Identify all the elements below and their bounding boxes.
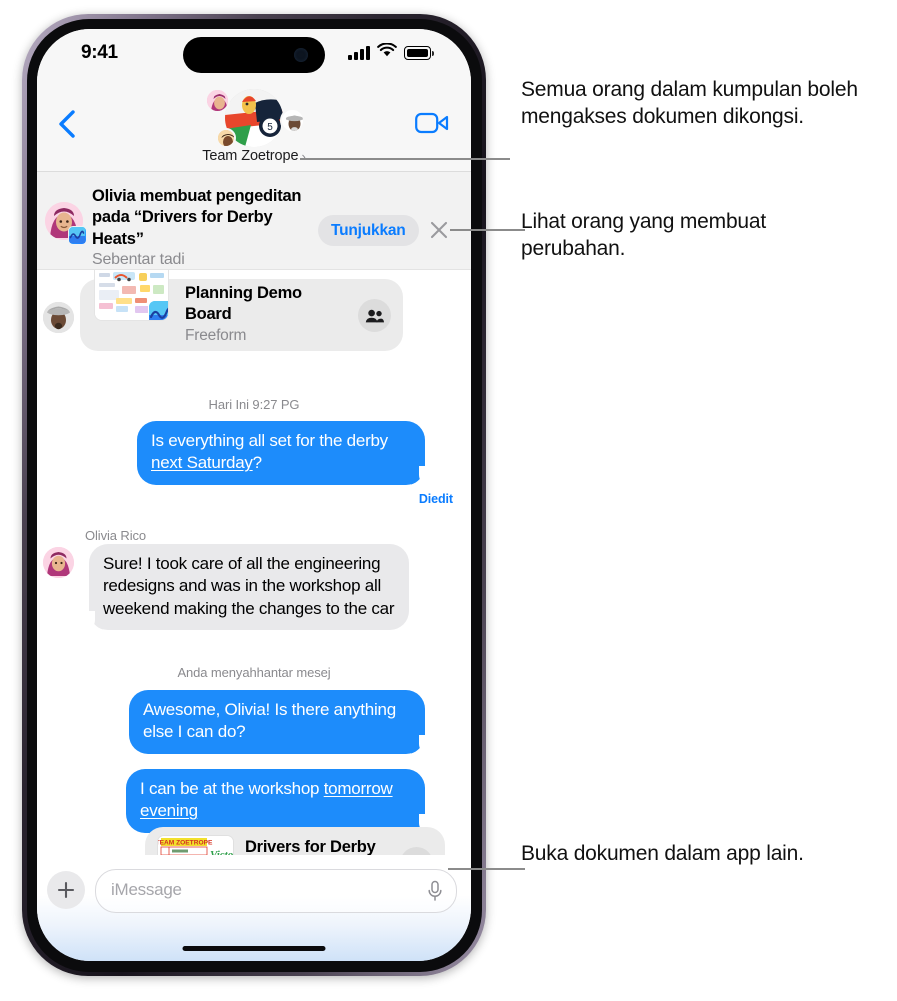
group-header[interactable]: 5 Team Zoetrope › — [154, 87, 354, 164]
member-avatar-teammate — [280, 108, 305, 133]
signal-bars-icon — [348, 46, 370, 60]
message-text-part: I can be at the workshop — [140, 779, 324, 798]
leader-line-1 — [300, 158, 510, 160]
unsend-status-label: Anda menyahhantar mesej — [177, 665, 331, 680]
phone-screen: 9:41 5 Team Zoetrope › Planning Demo Boa… — [37, 29, 471, 961]
wifi-icon — [377, 42, 397, 63]
conversation-list[interactable]: Planning Demo Board Freeform Hari Ini 9:… — [37, 172, 471, 855]
plus-icon — [57, 881, 75, 899]
facetime-video-icon — [415, 112, 449, 134]
group-name-row[interactable]: Team Zoetrope › — [154, 148, 354, 164]
message-sender-avatar — [43, 302, 74, 333]
edited-label: Diedit — [418, 492, 453, 506]
bubble-tail — [84, 609, 103, 630]
shared-board-title: Planning Demo Board — [185, 284, 302, 323]
document-shared-with-people-button[interactable] — [400, 847, 433, 855]
notification-text-block: Olivia membuat pengeditan pada “Drivers … — [92, 186, 314, 269]
conversation-timestamp: Hari Ini 9:27 PG — [208, 397, 300, 412]
shared-board-card[interactable]: Planning Demo Board Freeform — [80, 259, 403, 351]
bubble-tail — [411, 733, 430, 754]
chevron-left-icon — [59, 110, 75, 138]
back-button[interactable] — [53, 107, 81, 141]
message-text-tail: ? — [252, 453, 262, 473]
shared-with-people-icon — [365, 309, 384, 322]
thumb-header-text: TEAM ZOETROPE — [158, 840, 213, 847]
shared-with-people-button[interactable] — [358, 299, 391, 332]
message-bubble-received-1[interactable]: Sure! I took care of all the engineering… — [84, 544, 409, 630]
bubble-tail — [411, 464, 430, 485]
status-time: 9:41 — [81, 42, 118, 63]
notification-title: Olivia membuat pengeditan pada “Drivers … — [92, 187, 302, 248]
shared-document-title: Drivers for Derby Heats — [245, 838, 376, 855]
battery-icon — [404, 46, 434, 60]
front-camera-icon — [294, 48, 308, 62]
collaboration-notification-banner[interactable]: Olivia membuat pengeditan pada “Drivers … — [37, 172, 471, 270]
status-bar: 9:41 — [37, 29, 471, 83]
shared-document-card[interactable]: TEAM ZOETROPE Victo Drivers for Derby — [145, 827, 445, 855]
status-indicators — [348, 42, 434, 63]
callout-share-access: Semua orang dalam kumpulan boleh mengaks… — [521, 78, 858, 129]
shared-board-subtitle: Freeform — [185, 327, 247, 344]
add-attachment-button[interactable] — [47, 871, 85, 909]
show-button-label: Tunjukkan — [331, 221, 406, 239]
chevron-right-icon: › — [301, 148, 306, 164]
message-bubble-sent-3[interactable]: I can be at the workshop tomorrow evenin… — [126, 769, 430, 833]
car-number-badge: 5 — [267, 122, 273, 133]
message-text-part: Is everything all set for the derby — [151, 431, 388, 450]
close-x-icon — [430, 221, 448, 239]
freeform-app-icon — [68, 226, 87, 245]
message-input-bar: iMessage — [37, 855, 471, 961]
member-avatar-third — [216, 128, 236, 148]
close-notification-button[interactable] — [427, 218, 451, 242]
message-link-next-saturday[interactable]: next Saturday — [151, 453, 253, 472]
home-indicator — [182, 946, 326, 951]
message-bubble-sent-1[interactable]: Is everything all set for the derby next… — [137, 421, 430, 485]
message-input-field[interactable]: iMessage — [95, 869, 457, 913]
message-bubble-sent-2[interactable]: Awesome, Olivia! Is there anything else … — [129, 690, 430, 754]
drivers-for-derby-heats-thumbnail: TEAM ZOETROPE Victo — [157, 835, 234, 855]
message-input-placeholder: iMessage — [111, 880, 182, 899]
notification-subtitle: Sebentar tadi — [92, 251, 185, 269]
freeform-app-icon — [148, 300, 168, 320]
member-avatar-olivia — [205, 88, 230, 113]
microphone-icon[interactable] — [427, 880, 443, 902]
sender-name-olivia: Olivia Rico — [85, 528, 147, 543]
callout-open-in-other-app: Buka dokumen dalam app lain. — [521, 842, 804, 865]
group-avatar-stack[interactable]: 5 — [154, 87, 354, 149]
leader-line-3 — [448, 868, 525, 870]
dynamic-island — [183, 37, 325, 73]
leader-line-2 — [450, 229, 525, 231]
facetime-button[interactable] — [415, 111, 449, 135]
message-sender-avatar-olivia — [43, 547, 74, 578]
group-name-label: Team Zoetrope — [202, 148, 299, 164]
show-button[interactable]: Tunjukkan — [318, 215, 419, 246]
callout-see-who-changed: Lihat orang yang membuat perubahan. — [521, 210, 767, 261]
